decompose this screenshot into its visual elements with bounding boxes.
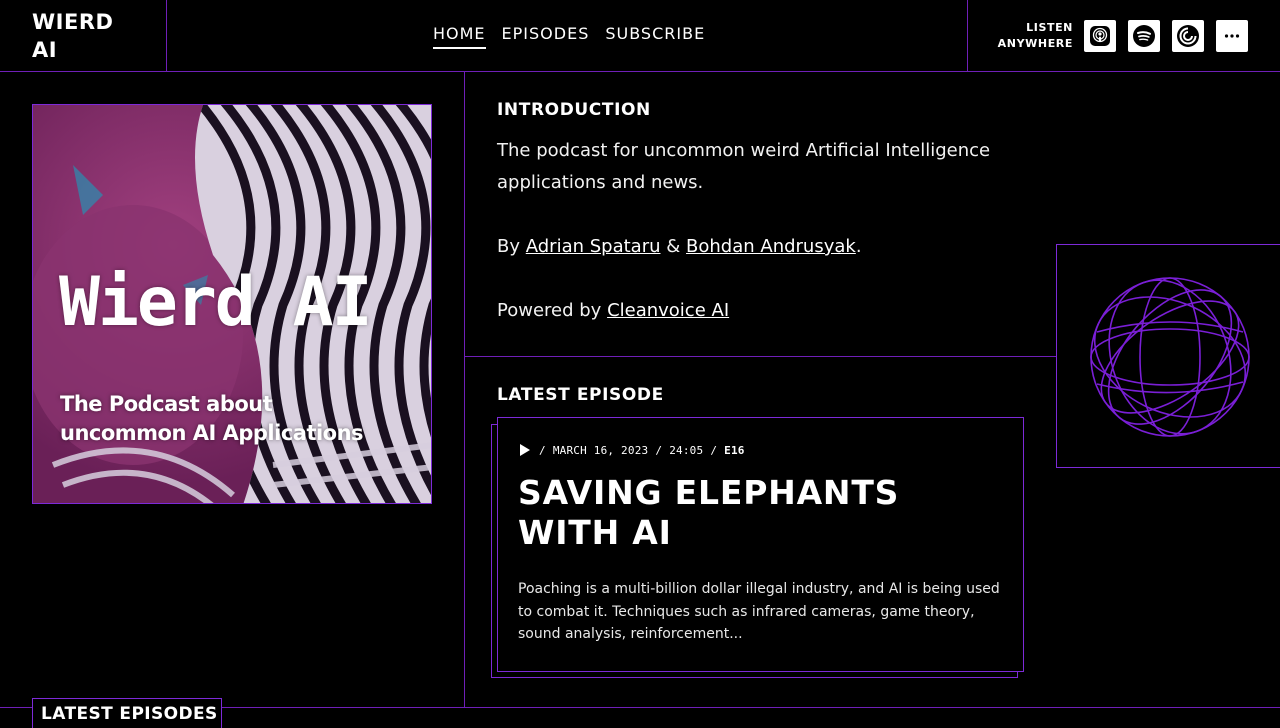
nav-episodes[interactable]: EPISODES xyxy=(502,24,590,49)
by-label: By xyxy=(497,236,521,257)
pocket-casts-button[interactable] xyxy=(1172,20,1204,52)
episode-number: E16 xyxy=(724,443,745,457)
episode-meta: / MARCH 16, 2023 / 24:05 / E16 xyxy=(518,443,745,457)
site-logo[interactable]: WIERD AI xyxy=(32,8,142,64)
listen-label-line1: LISTEN xyxy=(1026,21,1073,34)
introduction-section: INTRODUCTION The podcast for uncommon we… xyxy=(497,99,1037,327)
author-adrian-link[interactable]: Adrian Spataru xyxy=(526,236,661,257)
platform-links xyxy=(1084,20,1248,52)
meta-separator: / xyxy=(539,443,546,457)
listen-anywhere-label: LISTEN ANYWHERE xyxy=(990,20,1073,52)
authors-line: By Adrian Spataru & Bohdan Andrusyak. xyxy=(497,231,1037,263)
cleanvoice-link[interactable]: Cleanvoice AI xyxy=(607,300,729,321)
listen-label-line2: ANYWHERE xyxy=(997,37,1073,50)
pocket-casts-icon xyxy=(1177,25,1199,47)
globe-panel xyxy=(1056,244,1280,468)
episode-date: MARCH 16, 2023 xyxy=(552,443,649,457)
ampersand: & xyxy=(666,236,681,257)
intro-divider xyxy=(465,356,1057,357)
apple-podcasts-icon xyxy=(1090,26,1110,46)
cover-subtitle: The Podcast about uncommon AI Applicatio… xyxy=(60,392,364,445)
spotify-button[interactable] xyxy=(1128,20,1160,52)
episode-duration: 24:05 xyxy=(669,443,704,457)
meta-separator: / xyxy=(655,443,663,457)
latest-episode-card[interactable]: / MARCH 16, 2023 / 24:05 / E16 SAVING EL… xyxy=(497,417,1024,672)
column-divider xyxy=(464,72,465,708)
nav-home[interactable]: HOME xyxy=(433,24,486,49)
latest-episodes-heading: LATEST EPISODES xyxy=(32,698,222,728)
authors-period: . xyxy=(855,236,862,257)
main-nav: HOME EPISODES SUBSCRIBE xyxy=(433,24,705,49)
episode-title[interactable]: SAVING ELEPHANTS WITH AI xyxy=(518,473,998,553)
more-icon xyxy=(1224,34,1240,38)
cover-title: Wierd AI xyxy=(59,263,373,342)
meta-separator: / xyxy=(710,443,718,457)
nav-subscribe[interactable]: SUBSCRIBE xyxy=(605,24,705,49)
powered-by-line: Powered by Cleanvoice AI xyxy=(497,295,1037,327)
introduction-text: The podcast for uncommon weird Artificia… xyxy=(497,140,991,193)
introduction-heading: INTRODUCTION xyxy=(497,100,651,120)
author-bohdan-link[interactable]: Bohdan Andrusyak xyxy=(686,236,856,257)
podcast-cover-art: Wierd AI The Podcast about uncommon AI A… xyxy=(32,104,432,504)
more-platforms-button[interactable] xyxy=(1216,20,1248,52)
wireframe-globe-icon xyxy=(1090,277,1250,437)
spotify-icon xyxy=(1133,25,1155,47)
powered-by-label: Powered by xyxy=(497,300,602,321)
apple-podcasts-button[interactable] xyxy=(1084,20,1116,52)
play-icon[interactable] xyxy=(518,443,532,457)
latest-episode-heading: LATEST EPISODE xyxy=(497,385,664,405)
site-header: WIERD AI HOME EPISODES SUBSCRIBE LISTEN … xyxy=(0,0,1280,72)
episode-description: Poaching is a multi-billion dollar illeg… xyxy=(518,581,1000,642)
